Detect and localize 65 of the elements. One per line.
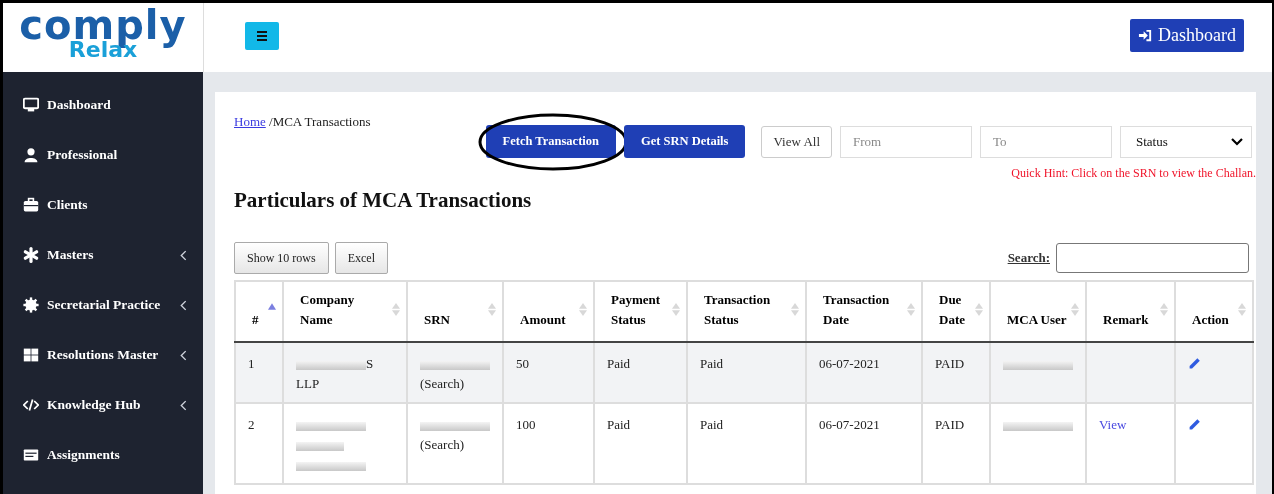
sort-icon[interactable] [579, 303, 587, 316]
column-header[interactable]: # [235, 281, 283, 342]
search-link[interactable]: (Search) [420, 374, 490, 394]
menu-button[interactable] [245, 21, 279, 50]
toolbar-button[interactable]: Fetch Transaction [485, 125, 616, 158]
list-icon [23, 447, 39, 463]
sort-icon[interactable] [488, 303, 496, 316]
date-field[interactable]: From [840, 125, 972, 158]
monitor-icon [23, 97, 39, 113]
table-cell: Paid [594, 403, 687, 484]
hint-text: Quick Hint: Click on the SRN to view the Challan. [1011, 166, 1256, 181]
sidebar-item[interactable]: Professional [3, 130, 203, 180]
status-select[interactable]: Status [1120, 125, 1252, 158]
table-cell: 06-07-2021 [806, 403, 922, 484]
table-button[interactable]: Show 10 rows [234, 242, 329, 274]
sort-icon[interactable] [907, 303, 915, 316]
search-link[interactable]: (Search) [420, 435, 490, 455]
table-cell: Paid [687, 403, 806, 484]
sign-in-icon [1138, 28, 1153, 43]
search-label: Search: [1007, 250, 1050, 266]
sidebar-item[interactable]: Knowledge Hub [3, 380, 203, 430]
sort-icon[interactable] [672, 303, 680, 316]
grid-icon [23, 347, 39, 363]
table-cell: Paid [594, 342, 687, 403]
table-cell: 50 [503, 342, 594, 403]
sidebar-item[interactable]: Clients [3, 180, 203, 230]
sidebar-item[interactable]: Assignments [3, 430, 203, 480]
code-icon [23, 397, 39, 413]
table-cell: 100 [503, 403, 594, 484]
breadcrumb-link[interactable]: Home [234, 114, 266, 129]
briefcase-icon [23, 197, 39, 213]
view-link[interactable]: View [1099, 417, 1127, 432]
sort-icon[interactable] [975, 303, 983, 316]
sidebar-item[interactable]: Dashboard [3, 80, 203, 130]
sidebar-item[interactable]: Masters [3, 230, 203, 280]
cell-text: LLP [296, 375, 320, 393]
table-cell: 06-07-2021 [806, 342, 922, 403]
sort-icon[interactable] [1238, 303, 1246, 316]
page-heading: Particulars of MCA Transactions [234, 188, 533, 213]
sort-icon[interactable] [791, 303, 799, 316]
table-cell: 2 [235, 403, 283, 484]
toolbar-button[interactable]: View All [761, 125, 832, 158]
pencil-icon[interactable] [1188, 418, 1201, 431]
search-field[interactable] [1056, 243, 1249, 273]
table-cell: PAID [922, 403, 990, 484]
breadcrumb-current: /MCA Transactions [268, 114, 371, 129]
table-cell: 1 [235, 342, 283, 403]
table-button[interactable]: Excel [334, 242, 388, 274]
cell-text: S [366, 355, 374, 373]
chevron-down-icon [1231, 137, 1243, 146]
sort-icon[interactable] [1071, 303, 1079, 316]
sidebar-item[interactable]: Resolutions Master [3, 330, 203, 380]
gear-icon [23, 297, 39, 313]
table-cell: PAID [922, 342, 990, 403]
pencil-icon[interactable] [1188, 357, 1201, 370]
date-field[interactable]: To [980, 125, 1112, 158]
sort-ascending-icon[interactable] [268, 303, 276, 310]
dashboard-button[interactable]: Dashboard [1130, 19, 1244, 52]
table-cell: Paid [687, 342, 806, 403]
sort-icon[interactable] [392, 303, 400, 316]
sort-icon[interactable] [1160, 303, 1168, 316]
asterisk-icon [23, 247, 39, 263]
user-icon [23, 147, 39, 163]
sidebar-item[interactable]: Secretarial Practice [3, 280, 203, 330]
toolbar-button[interactable]: Get SRN Details [623, 125, 746, 158]
